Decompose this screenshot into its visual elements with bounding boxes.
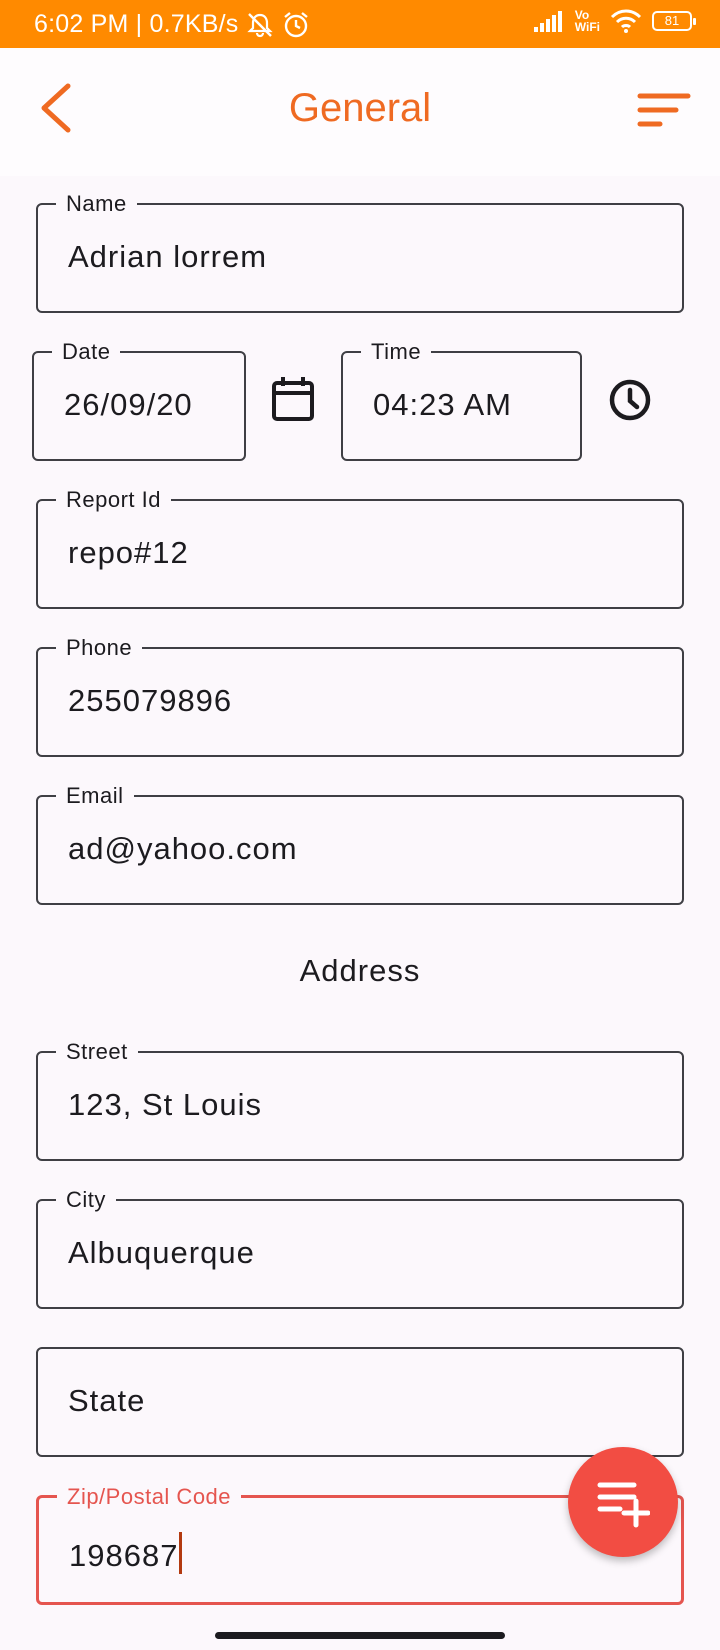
date-field[interactable]: Date 26/09/20 xyxy=(32,339,246,461)
time-field[interactable]: Time 04:23 AM xyxy=(341,339,582,461)
email-label: Email xyxy=(56,783,134,809)
battery-level: 81 xyxy=(664,13,680,28)
street-field[interactable]: Street 123, St Louis xyxy=(36,1039,684,1161)
address-section-title: Address xyxy=(299,953,421,988)
page-title: General xyxy=(288,86,432,130)
battery-icon: 81 xyxy=(652,11,696,31)
status-bar: 6:02 PM | 0.7KB/s Vo WiFi 81 xyxy=(0,0,720,48)
mute-notification-icon xyxy=(247,12,274,37)
phone-value: 255079896 xyxy=(68,683,233,718)
phone-field[interactable]: Phone 255079896 xyxy=(36,635,684,757)
date-value: 26/09/20 xyxy=(64,387,193,422)
email-field[interactable]: Email ad@yahoo.com xyxy=(36,783,684,905)
date-label: Date xyxy=(52,339,121,365)
street-label: Street xyxy=(56,1039,138,1065)
clock-icon xyxy=(609,379,651,421)
state-field[interactable]: State xyxy=(36,1347,684,1457)
name-label: Name xyxy=(56,191,137,217)
alarm-icon xyxy=(284,11,309,37)
city-value: Albuquerque xyxy=(68,1235,255,1270)
street-value: 123, St Louis xyxy=(68,1087,262,1122)
time-label: Time xyxy=(361,339,432,365)
status-right: Vo WiFi 81 xyxy=(533,8,696,34)
city-field[interactable]: City Albuquerque xyxy=(36,1187,684,1309)
status-left: 6:02 PM | 0.7KB/s xyxy=(34,10,310,39)
report-id-label: Report Id xyxy=(56,487,171,513)
clock-button[interactable] xyxy=(603,373,657,427)
wifi-icon xyxy=(610,9,642,33)
sort-button[interactable] xyxy=(636,90,692,132)
name-field[interactable]: Name Adrian lorrem xyxy=(36,191,684,313)
app-bar: General xyxy=(0,48,720,176)
status-time-speed: 6:02 PM | 0.7KB/s xyxy=(34,10,239,38)
playlist-add-icon xyxy=(597,1482,650,1528)
calendar-button[interactable] xyxy=(266,373,320,427)
add-to-list-fab[interactable] xyxy=(568,1447,678,1557)
home-indicator[interactable] xyxy=(215,1632,505,1639)
report-id-field[interactable]: Report Id repo#12 xyxy=(36,487,684,609)
phone-label: Phone xyxy=(56,635,143,661)
sort-icon xyxy=(637,93,691,127)
email-value: ad@yahoo.com xyxy=(68,831,298,866)
state-placeholder: State xyxy=(68,1383,146,1418)
time-value: 04:23 AM xyxy=(373,387,512,422)
zip-label: Zip/Postal Code xyxy=(57,1484,242,1510)
city-label: City xyxy=(56,1187,116,1213)
zip-value-wrap: 198687 xyxy=(69,1532,183,1574)
name-value: Adrian lorrem xyxy=(68,239,268,274)
signal-icon xyxy=(533,11,562,32)
zip-value: 198687 xyxy=(69,1538,179,1573)
report-id-value: repo#12 xyxy=(68,535,189,570)
text-cursor xyxy=(179,1532,183,1574)
calendar-icon xyxy=(272,377,314,421)
vowifi-label: Vo WiFi xyxy=(574,8,600,34)
